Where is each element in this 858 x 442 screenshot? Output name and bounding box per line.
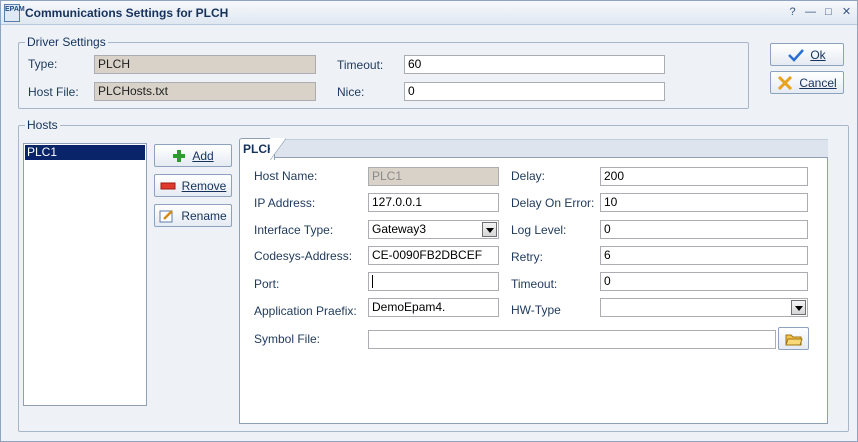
driver-settings-label: Driver Settings [25, 35, 108, 49]
port-field[interactable] [368, 272, 499, 291]
symbol-file-label: Symbol File: [254, 332, 321, 346]
host-name-field[interactable]: PLC1 [368, 167, 499, 186]
rename-button-label: Rename [181, 208, 227, 223]
minus-icon [160, 182, 176, 189]
hw-type-select[interactable] [600, 298, 808, 317]
log-level-field[interactable]: 0 [600, 220, 808, 239]
driver-timeout-label: Timeout: [337, 58, 384, 72]
application-prefix-label: Application Praefix: [254, 304, 357, 318]
interface-type-value: Gateway3 [372, 222, 427, 236]
browse-symbol-file-button[interactable] [778, 327, 809, 350]
folder-icon [784, 334, 803, 345]
host-timeout-field[interactable]: 0 [600, 272, 808, 291]
port-label: Port: [254, 277, 280, 291]
log-level-label: Log Level: [511, 223, 567, 237]
delay-label: Delay: [511, 169, 546, 183]
ok-button-label: Ok [810, 47, 826, 62]
host-name-label: Host Name: [254, 169, 318, 183]
add-host-button[interactable]: Add [154, 144, 232, 167]
close-icon[interactable]: ✕ [839, 5, 854, 20]
delay-on-error-field[interactable]: 10 [600, 193, 808, 212]
add-button-label: Add [192, 148, 214, 163]
remove-host-button[interactable]: Remove [154, 174, 232, 197]
cancel-button-label: Cancel [799, 75, 837, 90]
dialog-window: EPAM Communications Settings for PLCH ? … [0, 0, 858, 442]
type-field[interactable]: PLCH [94, 55, 316, 74]
symbol-file-field[interactable] [368, 330, 776, 349]
checkmark-icon [788, 48, 805, 62]
hosts-label: Hosts [25, 118, 60, 132]
interface-type-select[interactable]: Gateway3 [368, 220, 499, 239]
rename-icon [159, 209, 174, 222]
retry-field[interactable]: 6 [600, 246, 808, 265]
rename-host-button[interactable]: Rename [154, 204, 232, 227]
x-icon [778, 75, 793, 90]
retry-label: Retry: [511, 250, 544, 264]
window-title: Communications Settings for PLCH [25, 6, 229, 20]
nice-label: Nice: [337, 85, 365, 99]
tab-plch[interactable]: PLCH [239, 138, 286, 160]
ip-address-field[interactable]: 127.0.0.1 [368, 193, 499, 212]
maximize-icon[interactable]: □ [821, 5, 836, 20]
driver-timeout-field[interactable]: 60 [404, 55, 665, 74]
delay-on-error-label: Delay On Error: [511, 196, 595, 210]
title-bar: EPAM Communications Settings for PLCH ? … [1, 1, 857, 25]
hw-type-label: HW-Type [511, 303, 561, 317]
app-icon: EPAM [4, 4, 25, 22]
codesys-address-label: Codesys-Address: [254, 249, 353, 263]
help-icon[interactable]: ? [785, 5, 800, 20]
text-caret [372, 275, 373, 288]
cancel-button[interactable]: Cancel [770, 71, 844, 94]
chevron-down-icon[interactable] [791, 300, 806, 315]
remove-button-label: Remove [181, 178, 227, 193]
tab-strip [239, 139, 828, 159]
host-timeout-label: Timeout: [511, 277, 558, 291]
minimize-icon[interactable]: — [803, 5, 818, 20]
ip-address-label: IP Address: [254, 196, 316, 210]
host-file-field[interactable]: PLCHosts.txt [94, 82, 316, 101]
codesys-address-field[interactable]: CE-0090FB2DBCEF [368, 246, 499, 265]
hosts-list[interactable]: PLC1 [23, 143, 147, 406]
application-prefix-field[interactable]: DemoEpam4. [368, 298, 499, 317]
list-item[interactable]: PLC1 [25, 145, 145, 160]
ok-button[interactable]: Ok [770, 43, 844, 66]
chevron-down-icon[interactable] [482, 222, 497, 237]
nice-field[interactable]: 0 [404, 82, 665, 101]
plus-icon [173, 149, 186, 162]
type-label: Type: [28, 57, 58, 71]
delay-field[interactable]: 200 [600, 167, 808, 186]
interface-type-label: Interface Type: [254, 223, 334, 237]
host-file-label: Host File: [28, 85, 79, 99]
